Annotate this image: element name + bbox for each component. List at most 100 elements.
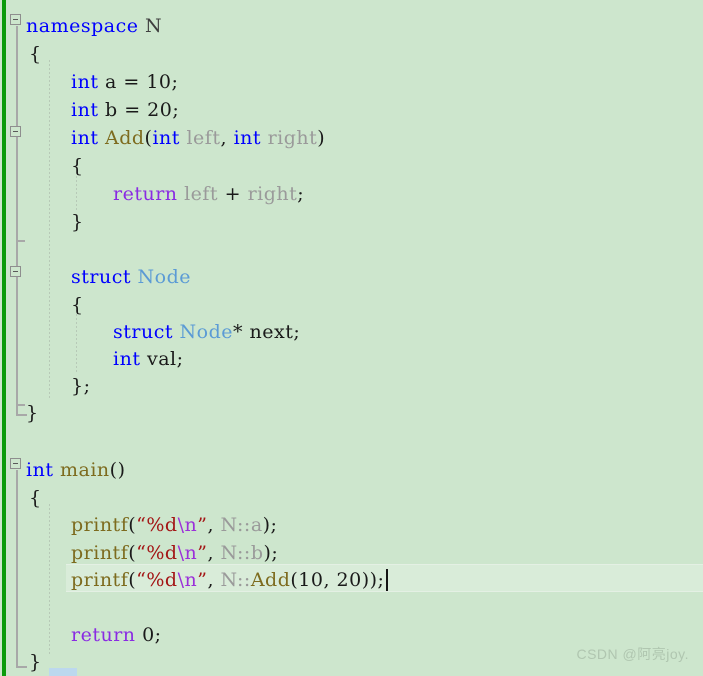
code-line-text: return left + right; bbox=[113, 180, 304, 208]
token-ident: N bbox=[145, 15, 163, 37]
code-line-text: printf(“%d\n”, N::b); bbox=[71, 539, 278, 567]
token-fn: Add bbox=[250, 569, 291, 591]
token-fn: printf bbox=[71, 514, 129, 536]
code-line[interactable] bbox=[0, 427, 703, 455]
code-line[interactable] bbox=[0, 236, 703, 264]
token-str: ” bbox=[197, 514, 208, 536]
token-plain: ( bbox=[128, 569, 137, 591]
token-kw: namespace bbox=[26, 15, 145, 37]
token-plain: ( bbox=[128, 514, 137, 536]
token-param: N:: bbox=[220, 542, 251, 564]
token-type: Node bbox=[137, 266, 192, 288]
code-line[interactable]: struct Node bbox=[0, 263, 703, 291]
token-fn: Add bbox=[105, 127, 145, 149]
token-plain: }; bbox=[71, 375, 91, 397]
code-line[interactable]: } bbox=[0, 399, 703, 427]
token-param: N:: bbox=[220, 514, 251, 536]
token-param: N:: bbox=[220, 569, 251, 591]
code-line[interactable]: { bbox=[0, 152, 703, 180]
token-plain: } bbox=[71, 211, 84, 233]
code-line-text: printf(“%d\n”, N::Add(10, 20)); bbox=[71, 566, 384, 594]
code-editor[interactable]: namespace N{int a = 10; int b = 20; int Ad… bbox=[0, 0, 703, 676]
token-kw: int bbox=[152, 127, 187, 149]
token-param: right bbox=[247, 183, 298, 205]
token-str: ” bbox=[197, 542, 208, 564]
token-param: left bbox=[184, 183, 219, 205]
token-plain: ( bbox=[128, 542, 137, 564]
token-plain: { bbox=[71, 294, 84, 316]
token-plain: { bbox=[71, 155, 84, 177]
token-kw: struct bbox=[71, 266, 138, 288]
code-line[interactable]: { bbox=[0, 484, 703, 512]
token-plain: val; bbox=[140, 348, 184, 370]
watermark: CSDN @阿亮joy. bbox=[576, 646, 689, 662]
token-plain: , bbox=[207, 569, 221, 591]
code-line[interactable]: int val; bbox=[0, 345, 703, 373]
code-line[interactable] bbox=[0, 594, 703, 622]
token-param: left bbox=[186, 127, 221, 149]
token-plain: , bbox=[207, 514, 221, 536]
token-esc: \n bbox=[177, 514, 198, 536]
token-plain: a = 10; bbox=[98, 71, 179, 93]
token-fn: printf bbox=[71, 569, 129, 591]
token-plain: 0; bbox=[142, 624, 162, 646]
token-plain: ; bbox=[297, 183, 305, 205]
code-line-text: { bbox=[29, 40, 42, 68]
token-esc: \n bbox=[177, 542, 198, 564]
token-str: “%d bbox=[136, 514, 178, 536]
token-ret: return bbox=[113, 183, 185, 205]
code-line[interactable]: int main() bbox=[0, 456, 703, 484]
code-line-text: } bbox=[71, 208, 84, 236]
code-line[interactable]: } bbox=[0, 208, 703, 236]
code-line-text: int val; bbox=[113, 345, 184, 373]
code-line[interactable]: int a = 10; bbox=[0, 68, 703, 96]
token-str: “%d bbox=[136, 569, 178, 591]
token-kw: int bbox=[71, 99, 99, 121]
code-line[interactable]: int b = 20; bbox=[0, 96, 703, 124]
code-line-text: struct Node bbox=[71, 263, 191, 291]
code-line-text: printf(“%d\n”, N::a); bbox=[71, 511, 277, 539]
code-line-text: int main() bbox=[26, 456, 126, 484]
token-plain: (10, 20)); bbox=[290, 569, 385, 591]
code-line[interactable]: int Add(int left, int right) bbox=[0, 124, 703, 152]
token-str: “%d bbox=[136, 542, 178, 564]
token-kw: int bbox=[113, 348, 141, 370]
code-line[interactable]: { bbox=[0, 40, 703, 68]
code-line-text: int a = 10; bbox=[71, 68, 178, 96]
code-line-text: { bbox=[29, 484, 42, 512]
code-line[interactable]: printf(“%d\n”, N::Add(10, 20)); bbox=[0, 566, 703, 594]
token-plain: ) bbox=[317, 127, 326, 149]
code-line[interactable]: namespace N bbox=[0, 12, 703, 40]
token-kw: int bbox=[26, 459, 60, 481]
token-plain: () bbox=[109, 459, 126, 481]
code-line-text: { bbox=[71, 291, 84, 319]
code-line-text: } bbox=[26, 399, 39, 427]
token-plain: { bbox=[29, 487, 42, 509]
code-line[interactable]: }; bbox=[0, 372, 703, 400]
token-plain: } bbox=[26, 402, 39, 424]
code-line[interactable]: printf(“%d\n”, N::a); bbox=[0, 511, 703, 539]
token-esc: \n bbox=[177, 569, 198, 591]
token-plain: { bbox=[29, 43, 42, 65]
token-ret: return bbox=[71, 624, 143, 646]
token-param: b bbox=[250, 542, 264, 564]
code-line[interactable]: return left + right; bbox=[0, 180, 703, 208]
token-plain: ); bbox=[263, 542, 279, 564]
token-plain: , bbox=[207, 542, 221, 564]
token-kw: int bbox=[71, 127, 105, 149]
code-line-text: int b = 20; bbox=[71, 96, 179, 124]
token-kw: struct bbox=[113, 321, 180, 343]
token-kw: int bbox=[233, 127, 268, 149]
code-line[interactable]: { bbox=[0, 291, 703, 319]
token-param: a bbox=[250, 514, 263, 536]
token-str: ” bbox=[197, 569, 208, 591]
code-line-text: int Add(int left, int right) bbox=[71, 124, 325, 152]
token-plain: ); bbox=[262, 514, 278, 536]
token-plain: + bbox=[218, 183, 248, 205]
code-line[interactable]: printf(“%d\n”, N::b); bbox=[0, 539, 703, 567]
token-param: right bbox=[267, 127, 318, 149]
code-line-text: namespace N bbox=[26, 12, 162, 40]
token-type: Node bbox=[179, 321, 234, 343]
code-line[interactable]: struct Node* next; bbox=[0, 318, 703, 346]
token-fn: main bbox=[60, 459, 110, 481]
